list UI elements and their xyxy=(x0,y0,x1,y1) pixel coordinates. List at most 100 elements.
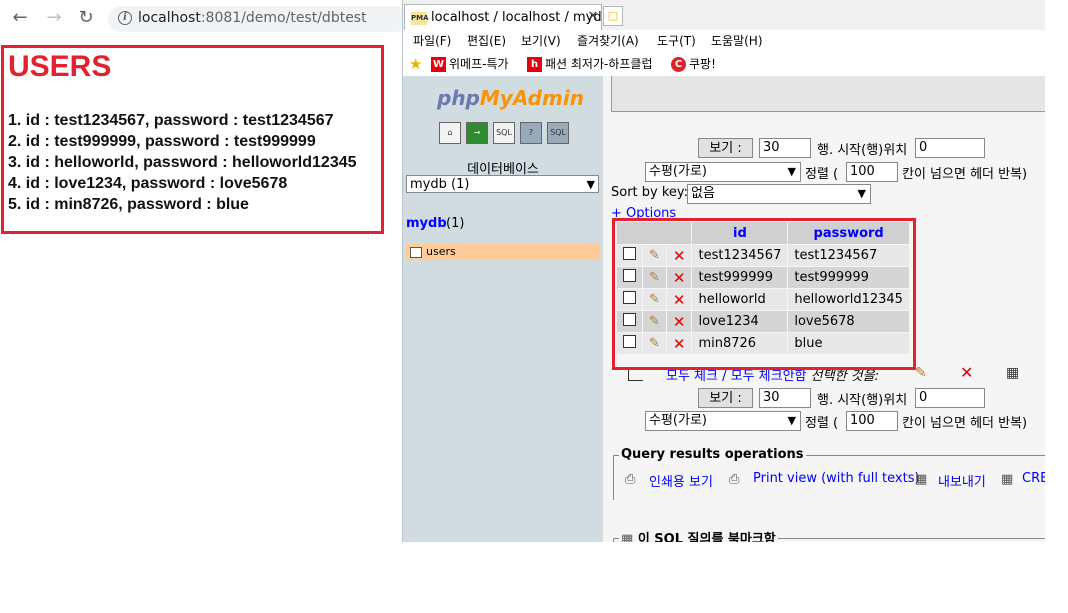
table-item-label: users xyxy=(426,245,456,258)
check-all-arrow-icon xyxy=(628,370,643,381)
sort-by-key-label: Sort by key: xyxy=(611,185,689,200)
users-title: USERS xyxy=(8,50,112,83)
chevron-down-icon: ▼ xyxy=(857,187,866,200)
help-icon[interactable]: ? xyxy=(520,122,542,144)
address-bar[interactable]: i localhost:8081/demo/test/dbtest xyxy=(108,6,408,32)
sort-by-key-value: 없음 xyxy=(691,186,715,201)
db-table-count: (1) xyxy=(446,216,465,231)
print-full-icon: ⎙ xyxy=(729,472,740,487)
list-item: 3. id : helloworld, password : helloworl… xyxy=(8,154,357,171)
rows-input-bottom[interactable]: 30 xyxy=(759,388,811,408)
list-item: 5. id : min8726, password : blue xyxy=(8,196,249,213)
table-highlight-box xyxy=(612,218,916,370)
logo-php: php xyxy=(437,86,480,110)
favorite-link-halfclub[interactable]: h 패션 최저가-하프클럽 xyxy=(527,55,653,72)
display-mode-value: 수평(가로) xyxy=(649,413,707,428)
start-row-label-bottom: 행. 시작(행)위치 xyxy=(817,393,908,408)
db-link-mydb[interactable]: mydb xyxy=(406,216,447,231)
list-item: 1. id : test1234567, password : test1234… xyxy=(8,112,334,129)
display-mode-select[interactable]: 수평(가로) ▼ xyxy=(645,162,801,182)
repeat-header-label: 칸이 넘으면 헤더 반복) xyxy=(902,167,1028,182)
favorites-bar: ★ W 위메프-특가 h 패션 최저가-하프클럽 C 쿠팡! xyxy=(403,52,1045,76)
favorites-star-icon[interactable]: ★ xyxy=(409,55,422,73)
create-view-link[interactable]: CRE xyxy=(1022,471,1045,486)
export-selected-icon[interactable]: ▦ xyxy=(1006,365,1019,381)
sql-icon[interactable]: SQL xyxy=(493,122,515,144)
favorite-link-wemakeprice[interactable]: W 위메프-특가 xyxy=(431,55,509,72)
rows-input[interactable]: 30 xyxy=(759,138,811,158)
delete-selected-icon[interactable]: ✕ xyxy=(960,363,973,382)
list-item: 4. id : love1234, password : love5678 xyxy=(8,175,288,192)
table-icon xyxy=(410,246,422,258)
back-arrow-icon[interactable]: ← xyxy=(8,6,32,30)
export-icon: ▦ xyxy=(915,472,928,487)
logo-myadmin: MyAdmin xyxy=(479,86,584,110)
menu-bar: 파일(F) 편집(E) 보기(V) 즐겨찾기(A) 도구(T) 도움말(H) xyxy=(403,30,1045,52)
start-row-input-bottom[interactable]: 0 xyxy=(915,388,985,408)
list-item: 2. id : test999999, password : test99999… xyxy=(8,133,316,150)
coupang-icon: C xyxy=(671,57,686,72)
chevron-down-icon: ▼ xyxy=(787,414,796,427)
display-mode-select-bottom[interactable]: 수평(가로) ▼ xyxy=(645,411,801,431)
with-selected-label: 선택한 것을: xyxy=(810,369,879,384)
bookmark-icon: ▦ xyxy=(621,532,638,542)
start-row-input[interactable]: 0 xyxy=(915,138,985,158)
pma-logo[interactable]: phpMyAdmin xyxy=(437,86,584,110)
docs-icon[interactable]: SQL xyxy=(547,122,569,144)
favorite-label: 쿠팡! xyxy=(689,57,716,71)
info-icon[interactable]: i xyxy=(118,11,132,25)
ie-window: PMA localhost / localhost / myd... ✕ □ 파… xyxy=(402,0,1045,542)
sort-by-key-select[interactable]: 없음 ▼ xyxy=(687,184,871,204)
forward-arrow-icon[interactable]: → xyxy=(42,6,66,30)
chevron-down-icon: ▼ xyxy=(586,178,595,191)
wemakeprice-icon: W xyxy=(431,57,446,72)
sort-label-bottom: 정렬 ( xyxy=(805,416,839,431)
favorite-link-coupang[interactable]: C 쿠팡! xyxy=(671,55,716,72)
repeat-header-input-bottom[interactable]: 100 xyxy=(846,411,898,431)
edit-selected-pencil-icon[interactable]: ✎ xyxy=(915,365,927,381)
create-view-icon: ▦ xyxy=(1001,472,1014,487)
show-button[interactable]: 보기 : xyxy=(698,138,753,158)
bookmark-legend: ▦ 이 SQL 질의를 북마크함 xyxy=(619,528,778,542)
menu-favorites[interactable]: 즐겨찾기(A) xyxy=(577,32,639,49)
url-path: :8081/demo/test/dbtest xyxy=(200,10,367,26)
repeat-header-input[interactable]: 100 xyxy=(846,162,898,182)
sql-query-box xyxy=(611,76,1045,112)
chevron-down-icon: ▼ xyxy=(787,165,796,178)
url-host: localhost xyxy=(138,10,201,26)
display-mode-value: 수평(가로) xyxy=(649,164,707,179)
menu-help[interactable]: 도움말(H) xyxy=(711,32,763,49)
address-text[interactable]: localhost:8081/demo/test/dbtest xyxy=(138,10,367,26)
reload-icon[interactable]: ↻ xyxy=(74,6,98,30)
repeat-header-label-bottom: 칸이 넘으면 헤더 반복) xyxy=(902,416,1028,431)
new-tab-button[interactable]: □ xyxy=(603,6,623,26)
menu-tools[interactable]: 도구(T) xyxy=(657,32,696,49)
exit-icon[interactable]: → xyxy=(466,122,488,144)
menu-edit[interactable]: 편집(E) xyxy=(467,32,506,49)
halfclub-icon: h xyxy=(527,57,542,72)
print-view-link[interactable]: 인쇄용 보기 xyxy=(649,471,713,490)
tab-pma[interactable]: PMA localhost / localhost / myd... ✕ xyxy=(404,4,614,31)
db-select-value: mydb (1) xyxy=(410,177,470,192)
pma-favicon-icon: PMA xyxy=(411,12,429,25)
show-button-bottom[interactable]: 보기 : xyxy=(698,388,753,408)
favorite-label: 패션 최저가-하프클럽 xyxy=(545,57,653,71)
users-list: 1. id : test1234567, password : test1234… xyxy=(8,110,357,215)
print-icon: ⎙ xyxy=(625,472,636,487)
db-select[interactable]: mydb (1) ▼ xyxy=(406,175,599,193)
sort-label: 정렬 ( xyxy=(805,167,839,182)
chrome-toolbar: ← → ↻ i localhost:8081/demo/test/dbtest xyxy=(0,0,408,38)
sidebar-item-users[interactable]: users xyxy=(406,244,600,260)
menu-view[interactable]: 보기(V) xyxy=(521,32,561,49)
export-link[interactable]: 내보내기 xyxy=(938,471,986,490)
favorite-label: 위메프-특가 xyxy=(449,57,509,71)
check-all-link[interactable]: 모두 체크 / 모두 체크안함 xyxy=(666,369,807,384)
start-row-label: 행. 시작(행)위치 xyxy=(817,143,908,158)
bookmark-legend-text: 이 SQL 질의를 북마크함 xyxy=(637,532,776,542)
print-view-full-link[interactable]: Print view (with full texts) xyxy=(753,471,920,486)
pma-navigation-frame: phpMyAdmin ⌂ → SQL ? SQL 데이터베이스 mydb (1)… xyxy=(403,76,603,542)
qro-legend: Query results operations xyxy=(619,447,806,462)
close-icon[interactable]: ✕ xyxy=(586,10,600,24)
menu-file[interactable]: 파일(F) xyxy=(413,32,451,49)
home-icon[interactable]: ⌂ xyxy=(439,122,461,144)
